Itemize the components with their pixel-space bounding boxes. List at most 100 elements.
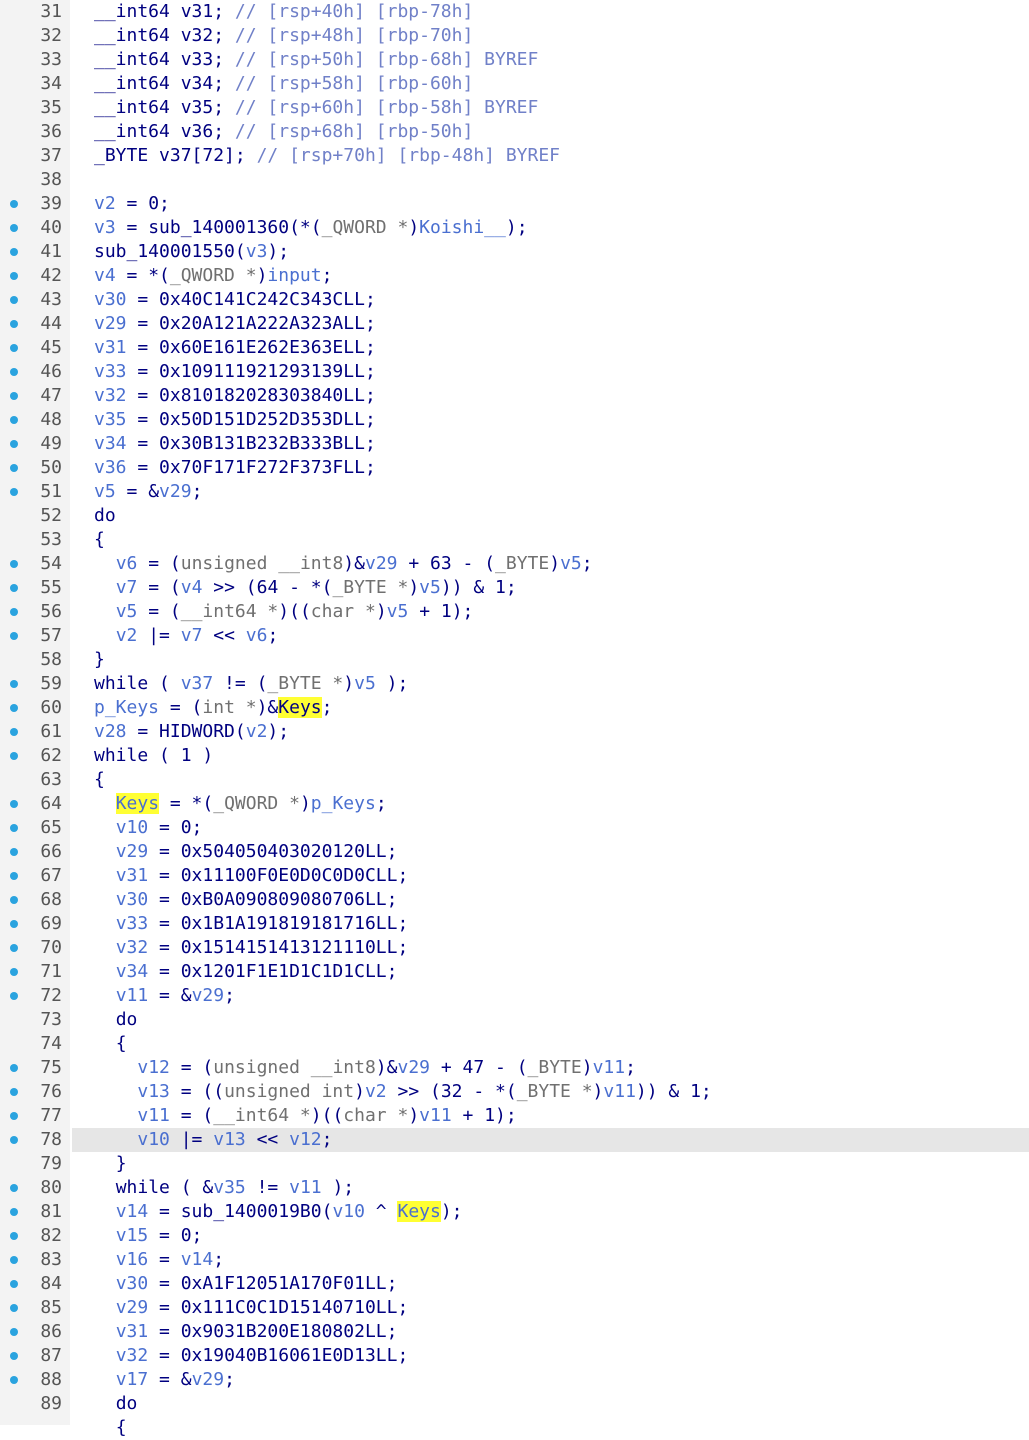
code-line[interactable]: 86 v31 = 0x9031B200E180802LL; — [0, 1320, 1029, 1344]
breakpoint-dot-icon[interactable] — [10, 872, 18, 880]
code-line[interactable]: 66 v29 = 0x504050403020120LL; — [0, 840, 1029, 864]
code-text[interactable]: v2 = 0; — [72, 192, 1029, 216]
code-line[interactable]: 80 while ( &v35 != v11 ); — [0, 1176, 1029, 1200]
code-line[interactable]: 70 v32 = 0x1514151413121110LL; — [0, 936, 1029, 960]
code-line[interactable]: 55 v7 = (v4 >> (64 - *(_BYTE *)v5)) & 1; — [0, 576, 1029, 600]
code-text[interactable]: v30 = 0xB0A090809080706LL; — [72, 888, 1029, 912]
code-text[interactable]: v32 = 0x810182028303840LL; — [72, 384, 1029, 408]
code-text[interactable]: v5 = (__int64 *)((char *)v5 + 1); — [72, 600, 1029, 624]
breakpoint-dot-icon[interactable] — [10, 464, 18, 472]
code-text[interactable]: v31 = 0x11100F0E0D0C0D0CLL; — [72, 864, 1029, 888]
code-line[interactable]: 53 { — [0, 528, 1029, 552]
breakpoint-dot-icon[interactable] — [10, 1136, 18, 1144]
code-text[interactable]: } — [72, 648, 1029, 672]
code-line[interactable]: 59 while ( v37 != (_BYTE *)v5 ); — [0, 672, 1029, 696]
code-text[interactable]: sub_140001550(v3); — [72, 240, 1029, 264]
breakpoint-dot-icon[interactable] — [10, 920, 18, 928]
code-text[interactable]: { — [72, 768, 1029, 792]
code-line[interactable]: 74 { — [0, 1032, 1029, 1056]
code-text[interactable]: v11 = (__int64 *)((char *)v11 + 1); — [72, 1104, 1029, 1128]
code-text[interactable]: Keys = *(_QWORD *)p_Keys; — [72, 792, 1029, 816]
code-line[interactable]: 79 } — [0, 1152, 1029, 1176]
breakpoint-dot-icon[interactable] — [10, 728, 18, 736]
code-line[interactable]: 45 v31 = 0x60E161E262E363ELL; — [0, 336, 1029, 360]
code-line[interactable]: 75 v12 = (unsigned __int8)&v29 + 47 - (_… — [0, 1056, 1029, 1080]
code-text[interactable]: { — [72, 528, 1029, 552]
code-text[interactable]: v32 = 0x1514151413121110LL; — [72, 936, 1029, 960]
code-text[interactable]: v14 = sub_1400019B0(v10 ^ Keys); — [72, 1200, 1029, 1224]
breakpoint-dot-icon[interactable] — [10, 1064, 18, 1072]
code-text[interactable]: v5 = &v29; — [72, 480, 1029, 504]
code-text[interactable]: v15 = 0; — [72, 1224, 1029, 1248]
code-text[interactable] — [72, 168, 1029, 192]
breakpoint-dot-icon[interactable] — [10, 752, 18, 760]
code-text[interactable]: v10 = 0; — [72, 816, 1029, 840]
code-line[interactable]: 77 v11 = (__int64 *)((char *)v11 + 1); — [0, 1104, 1029, 1128]
code-text[interactable]: { — [72, 1032, 1029, 1056]
code-text[interactable]: __int64 v31; // [rsp+40h] [rbp-78h] — [72, 0, 1029, 24]
code-line[interactable]: 48 v35 = 0x50D151D252D353DLL; — [0, 408, 1029, 432]
code-line[interactable]: 31 __int64 v31; // [rsp+40h] [rbp-78h] — [0, 0, 1029, 24]
code-text[interactable]: do — [72, 504, 1029, 528]
code-text[interactable]: __int64 v36; // [rsp+68h] [rbp-50h] — [72, 120, 1029, 144]
breakpoint-dot-icon[interactable] — [10, 368, 18, 376]
breakpoint-dot-icon[interactable] — [10, 320, 18, 328]
code-line[interactable]: 35 __int64 v35; // [rsp+60h] [rbp-58h] BY… — [0, 96, 1029, 120]
code-text[interactable]: v35 = 0x50D151D252D353DLL; — [72, 408, 1029, 432]
code-text[interactable]: v36 = 0x70F171F272F373FLL; — [72, 456, 1029, 480]
code-line[interactable]: 83 v16 = v14; — [0, 1248, 1029, 1272]
code-line[interactable]: 81 v14 = sub_1400019B0(v10 ^ Keys); — [0, 1200, 1029, 1224]
breakpoint-dot-icon[interactable] — [10, 1328, 18, 1336]
breakpoint-dot-icon[interactable] — [10, 848, 18, 856]
code-line[interactable]: 61 v28 = HIDWORD(v2); — [0, 720, 1029, 744]
code-line[interactable]: 44 v29 = 0x20A121A222A323ALL; — [0, 312, 1029, 336]
code-text[interactable]: v28 = HIDWORD(v2); — [72, 720, 1029, 744]
breakpoint-dot-icon[interactable] — [10, 296, 18, 304]
breakpoint-dot-icon[interactable] — [10, 1208, 18, 1216]
code-text[interactable]: v31 = 0x9031B200E180802LL; — [72, 1320, 1029, 1344]
code-line[interactable]: 46 v33 = 0x109111921293139LL; — [0, 360, 1029, 384]
breakpoint-dot-icon[interactable] — [10, 1088, 18, 1096]
code-text[interactable]: v29 = 0x20A121A222A323ALL; — [72, 312, 1029, 336]
code-line[interactable]: 54 v6 = (unsigned __int8)&v29 + 63 - (_B… — [0, 552, 1029, 576]
code-line[interactable]: 39 v2 = 0; — [0, 192, 1029, 216]
code-text[interactable]: while ( &v35 != v11 ); — [72, 1176, 1029, 1200]
breakpoint-dot-icon[interactable] — [10, 392, 18, 400]
breakpoint-dot-icon[interactable] — [10, 344, 18, 352]
code-text[interactable]: v2 |= v7 << v6; — [72, 624, 1029, 648]
code-text[interactable]: v16 = v14; — [72, 1248, 1029, 1272]
code-text[interactable]: v4 = *(_QWORD *)input; — [72, 264, 1029, 288]
breakpoint-dot-icon[interactable] — [10, 1376, 18, 1384]
code-line[interactable]: 68 v30 = 0xB0A090809080706LL; — [0, 888, 1029, 912]
code-line[interactable]: 87 v32 = 0x19040B16061E0D13LL; — [0, 1344, 1029, 1368]
breakpoint-dot-icon[interactable] — [10, 272, 18, 280]
breakpoint-dot-icon[interactable] — [10, 896, 18, 904]
code-line[interactable]: 71 v34 = 0x1201F1E1D1C1D1CLL; — [0, 960, 1029, 984]
code-line[interactable]: 40 v3 = sub_140001360(*(_QWORD *)Koishi__… — [0, 216, 1029, 240]
code-line[interactable]: 76 v13 = ((unsigned int)v2 >> (32 - *(_B… — [0, 1080, 1029, 1104]
breakpoint-dot-icon[interactable] — [10, 200, 18, 208]
code-text[interactable]: __int64 v35; // [rsp+60h] [rbp-58h] BYRE… — [72, 96, 1029, 120]
code-line[interactable]: 38 — [0, 168, 1029, 192]
code-line[interactable]: 43 v30 = 0x40C141C242C343CLL; — [0, 288, 1029, 312]
code-text[interactable]: v29 = 0x111C0C1D15140710LL; — [72, 1296, 1029, 1320]
code-line[interactable]: 42 v4 = *(_QWORD *)input; — [0, 264, 1029, 288]
code-text[interactable]: do — [72, 1392, 1029, 1416]
code-text[interactable]: v33 = 0x109111921293139LL; — [72, 360, 1029, 384]
code-line[interactable]: 64 Keys = *(_QWORD *)p_Keys; — [0, 792, 1029, 816]
code-line[interactable]: 89 do — [0, 1392, 1029, 1416]
code-text[interactable]: _BYTE v37[72]; // [rsp+70h] [rbp-48h] BY… — [72, 144, 1029, 168]
code-line[interactable]: 36 __int64 v36; // [rsp+68h] [rbp-50h] — [0, 120, 1029, 144]
breakpoint-dot-icon[interactable] — [10, 224, 18, 232]
code-line[interactable]: 82 v15 = 0; — [0, 1224, 1029, 1248]
code-line[interactable]: 32 __int64 v32; // [rsp+48h] [rbp-70h] — [0, 24, 1029, 48]
breakpoint-dot-icon[interactable] — [10, 1280, 18, 1288]
code-text[interactable]: __int64 v32; // [rsp+48h] [rbp-70h] — [72, 24, 1029, 48]
code-line[interactable]: 58} — [0, 648, 1029, 672]
code-line[interactable]: 57 v2 |= v7 << v6; — [0, 624, 1029, 648]
breakpoint-dot-icon[interactable] — [10, 440, 18, 448]
code-line[interactable]: 78 v10 |= v13 << v12; — [0, 1128, 1029, 1152]
code-text[interactable]: do — [72, 1008, 1029, 1032]
code-line[interactable]: 62 while ( 1 ) — [0, 744, 1029, 768]
breakpoint-dot-icon[interactable] — [10, 1184, 18, 1192]
